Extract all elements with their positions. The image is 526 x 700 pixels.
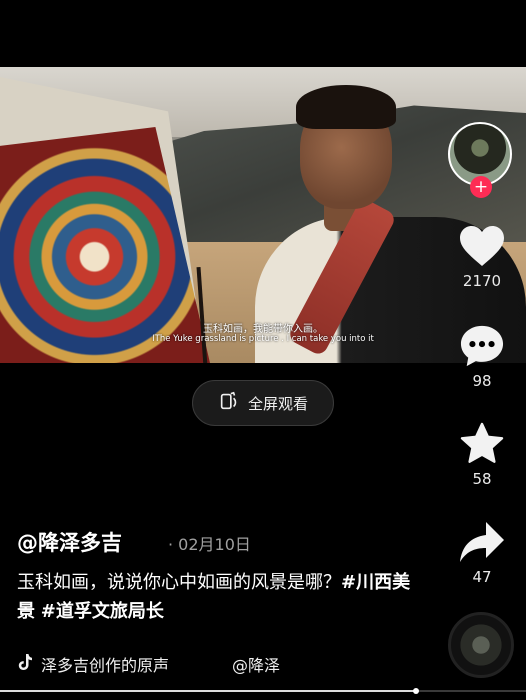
- author-name-link[interactable]: @降泽多吉: [17, 527, 122, 557]
- progress-fill: [0, 690, 416, 692]
- description-text: 玉科如画，说说你心中如画的风景是哪？: [17, 572, 341, 593]
- post-description: 玉科如画，说说你心中如画的风景是哪？#川西美景 #道孚文旅局长: [17, 568, 417, 626]
- like-count: 2170: [462, 272, 502, 290]
- video-player[interactable]: 玉科如画，我能带你入画。 IThe Yuke grassland is pict…: [0, 67, 526, 363]
- like-button[interactable]: 2170: [446, 224, 518, 290]
- favorite-button[interactable]: 58: [446, 422, 518, 488]
- comment-icon[interactable]: [446, 324, 518, 368]
- music-info[interactable]: 泽多吉创作的原声: [17, 652, 169, 676]
- comment-button[interactable]: 98: [446, 324, 518, 390]
- fullscreen-icon: [218, 390, 240, 416]
- share-count: 47: [472, 568, 492, 586]
- progress-bar[interactable]: [0, 688, 526, 694]
- post-date: · 02月10日: [168, 535, 251, 554]
- music-title: 泽多吉创作的原声: [41, 656, 170, 675]
- heart-icon[interactable]: [446, 224, 518, 268]
- music-mention[interactable]: @降泽: [232, 652, 280, 676]
- favorite-count: 58: [472, 470, 492, 488]
- hashtag-link[interactable]: #道孚文旅局长: [41, 601, 164, 622]
- share-button[interactable]: 47: [446, 520, 518, 586]
- fullscreen-button[interactable]: 全屏观看: [192, 380, 334, 426]
- tiktok-note-icon: [17, 653, 33, 675]
- plus-icon[interactable]: +: [470, 176, 492, 198]
- author-avatar-button[interactable]: +: [446, 118, 516, 198]
- video-person-hair: [296, 85, 396, 129]
- music-disc[interactable]: [448, 612, 514, 678]
- progress-knob[interactable]: [412, 688, 419, 694]
- share-icon[interactable]: [446, 520, 518, 564]
- comment-count: 98: [472, 372, 492, 390]
- fullscreen-label: 全屏观看: [247, 394, 308, 413]
- star-icon[interactable]: [446, 422, 518, 466]
